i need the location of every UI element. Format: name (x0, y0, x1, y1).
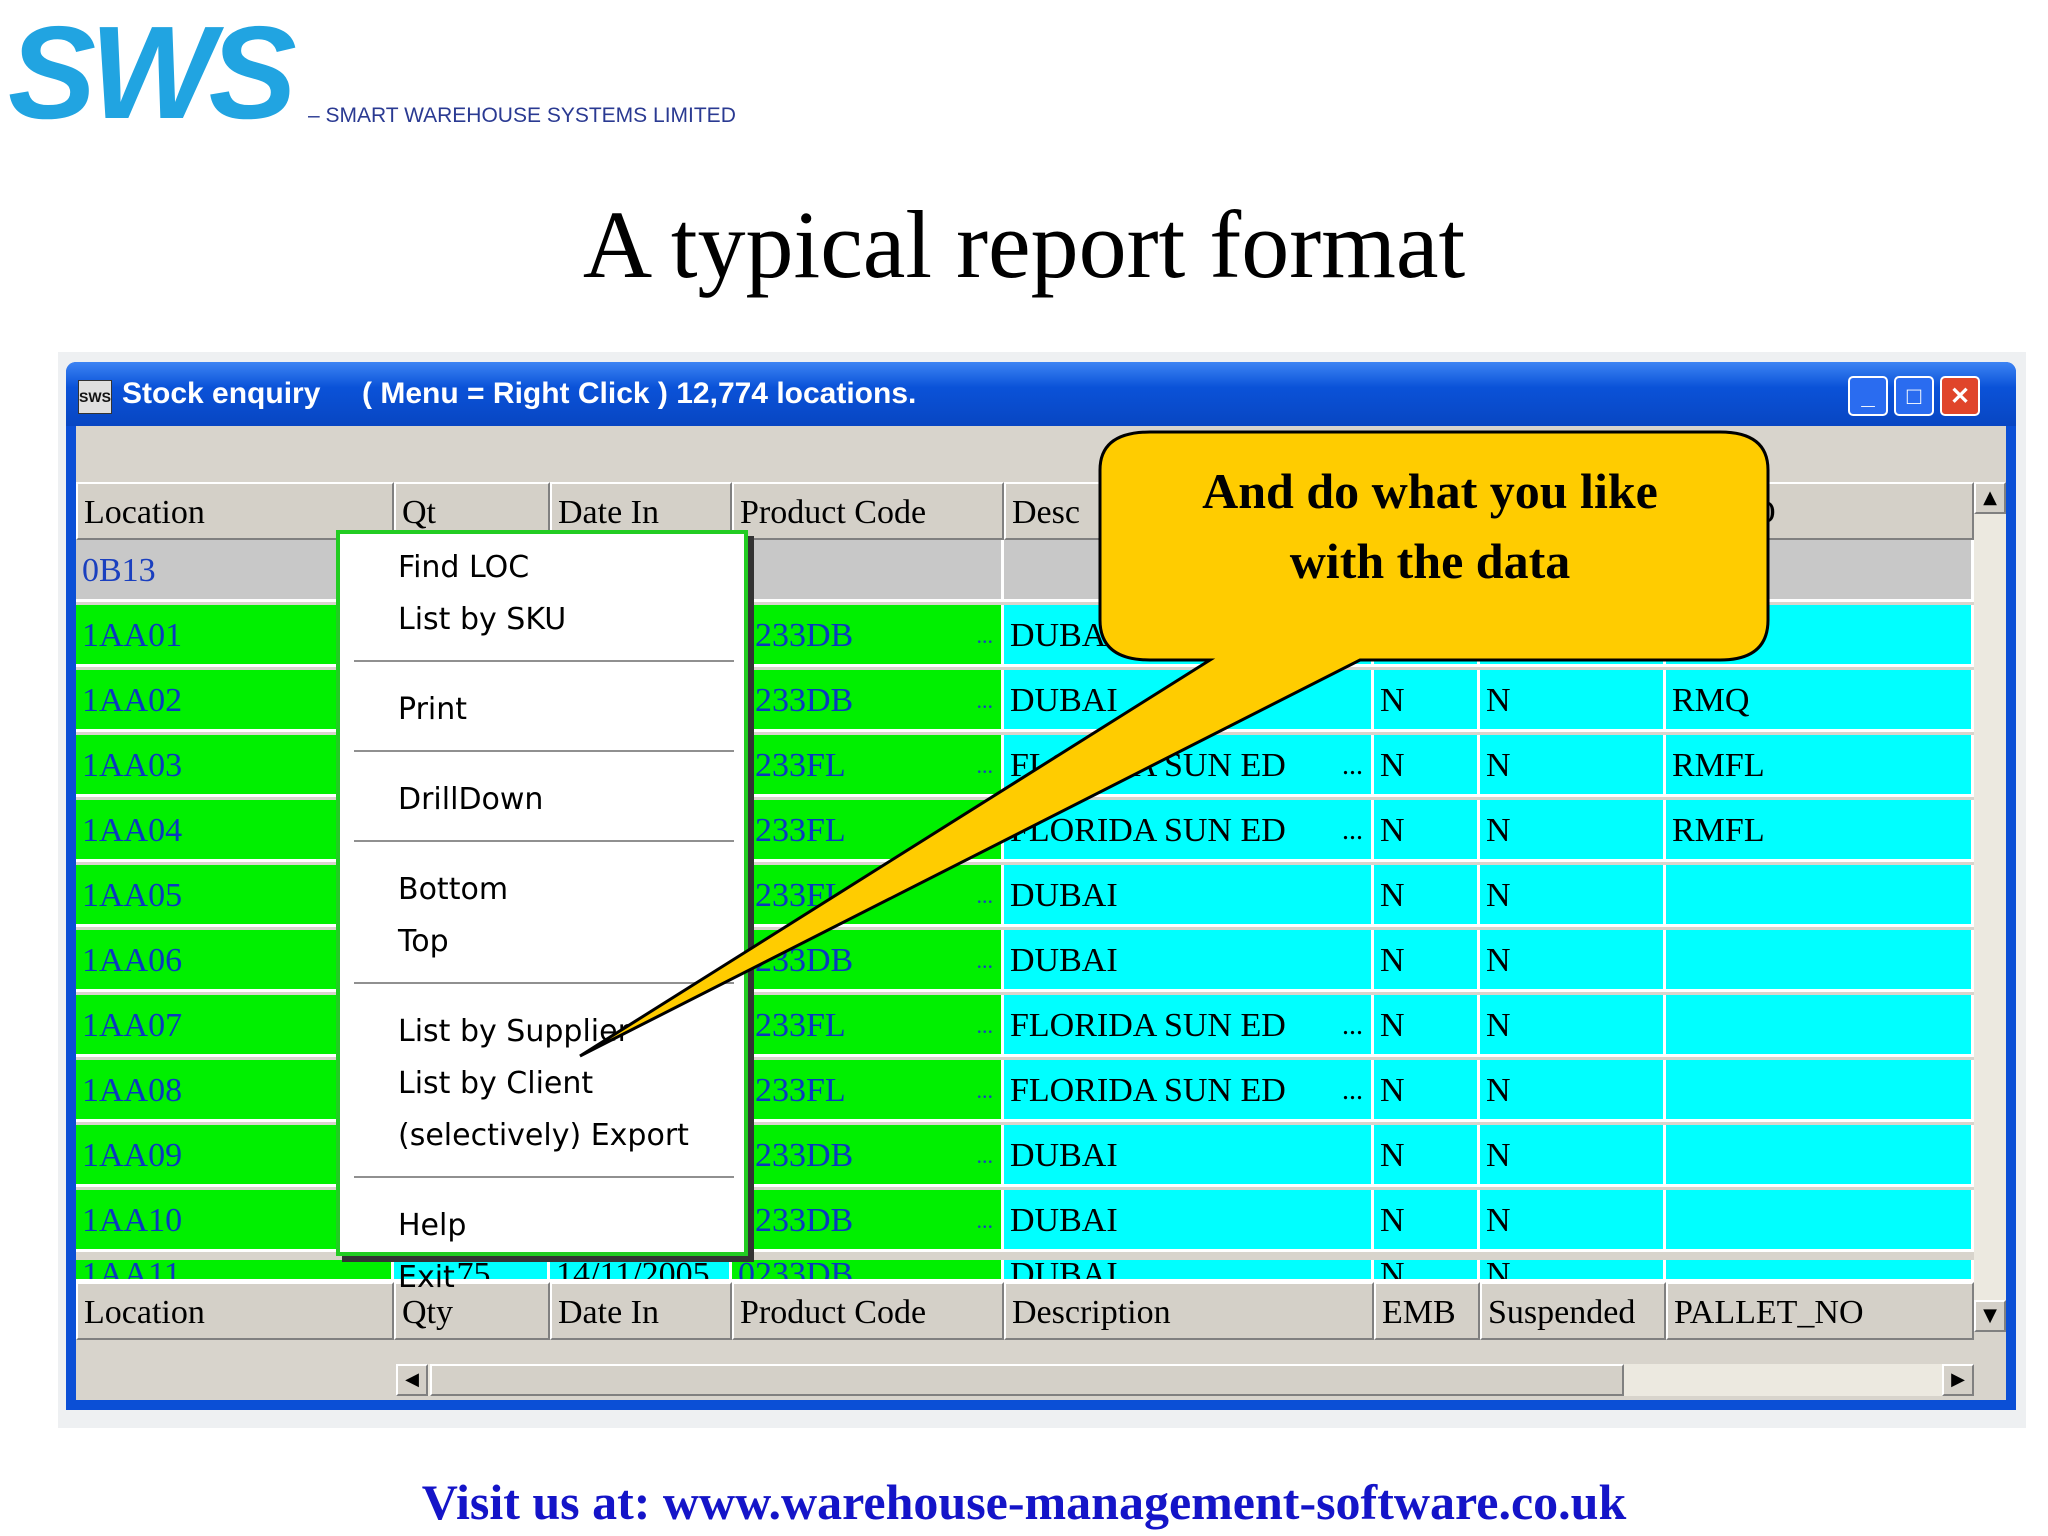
callout-line-2: with the data (1289, 533, 1571, 589)
callout-bubble (579, 430, 1770, 1058)
callout-text: And do what you like with the data (1100, 456, 1760, 596)
footer-link[interactable]: Visit us at: www.warehouse-management-so… (0, 1472, 2048, 1532)
callout-line-1: And do what you like (1202, 463, 1658, 519)
